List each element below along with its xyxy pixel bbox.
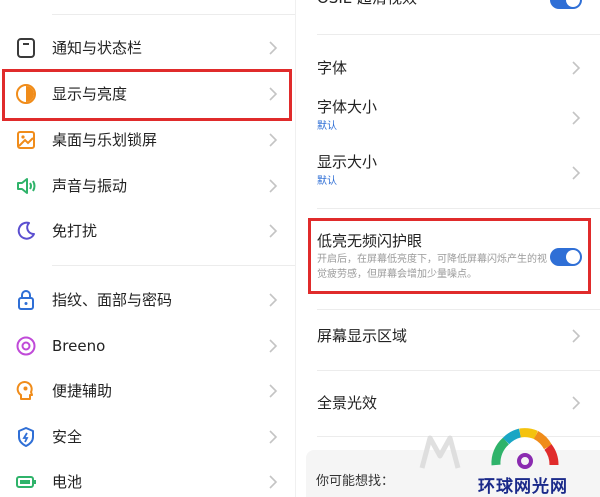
divider <box>52 265 295 266</box>
setting-value: 默认 <box>317 121 337 132</box>
moon-icon <box>14 219 38 243</box>
setting-font[interactable]: 字体 <box>296 46 600 88</box>
chevron-right-icon <box>268 429 278 445</box>
sound-vibration-icon <box>14 174 38 198</box>
menu-item-label: 安全 <box>52 428 83 446</box>
chevron-right-icon <box>571 60 581 76</box>
chevron-right-icon <box>571 110 581 126</box>
menu-item-label: 通知与状态栏 <box>52 39 143 57</box>
menu-item-notification-bar[interactable]: 通知与状态栏 <box>0 26 295 70</box>
setting-title: 字体大小 <box>317 98 378 116</box>
chevron-right-icon <box>571 328 581 344</box>
menu-item-desktop-lockscreen[interactable]: 桌面与乐划锁屏 <box>0 118 295 162</box>
menu-item-convenient-assist[interactable]: 便捷辅助 <box>0 369 295 413</box>
chevron-right-icon <box>571 165 581 181</box>
chevron-right-icon <box>268 178 278 194</box>
setting-description: 开启后，在屏幕低亮度下，可降低屏幕闪烁产生的视觉疲劳感，但屏幕会增加少量噪点。 <box>317 254 547 280</box>
notification-bar-icon <box>14 36 38 60</box>
setting-font-size[interactable]: 字体大小 默认 <box>296 92 600 142</box>
menu-item-label: 显示与亮度 <box>52 85 128 103</box>
setting-title: 全景光效 <box>317 394 378 412</box>
setting-osie-ultra-vision[interactable]: OSIE 超清视效 <box>296 0 600 20</box>
menu-item-label: 电池 <box>52 473 83 491</box>
setting-title: OSIE 超清视效 <box>317 0 417 8</box>
battery-icon <box>14 470 38 494</box>
display-settings-panel: OSIE 超清视效 字体 字体大小 默认 显示大小 默认 低亮无频闪护眼 开启后… <box>296 0 600 497</box>
chevron-right-icon <box>268 292 278 308</box>
menu-item-security[interactable]: 安全 <box>0 415 295 459</box>
menu-item-breeno[interactable]: Breeno <box>0 324 295 368</box>
suggestions-title: 你可能想找： <box>316 474 395 489</box>
menu-item-label: 指纹、面部与密码 <box>52 291 173 309</box>
osie-toggle[interactable] <box>550 0 582 9</box>
chevron-right-icon <box>268 338 278 354</box>
watermark-logo <box>490 425 560 470</box>
settings-menu-panel: 通知与状态栏 显示与亮度 桌面与乐划锁屏 声音与振动 免打扰 指纹、面部与密码 … <box>0 0 295 497</box>
menu-item-do-not-disturb[interactable]: 免打扰 <box>0 209 295 253</box>
menu-item-label: 声音与振动 <box>52 177 128 195</box>
chevron-right-icon <box>268 223 278 239</box>
setting-value: 默认 <box>317 176 337 187</box>
watermark-text: 环球网光网 <box>478 477 568 497</box>
dc-dimming-toggle[interactable] <box>550 248 582 266</box>
breeno-icon <box>14 334 38 358</box>
lock-icon <box>14 288 38 312</box>
divider <box>317 34 600 35</box>
assist-icon <box>14 379 38 403</box>
setting-screen-display-area[interactable]: 屏幕显示区域 <box>296 316 600 360</box>
menu-item-sound-vibration[interactable]: 声音与振动 <box>0 164 295 208</box>
setting-panorama-light[interactable]: 全景光效 <box>296 383 600 427</box>
display-brightness-icon <box>14 82 38 106</box>
setting-title: 屏幕显示区域 <box>317 327 408 345</box>
chevron-right-icon <box>268 40 278 56</box>
setting-title: 低亮无频闪护眼 <box>317 232 423 250</box>
divider <box>317 370 600 371</box>
divider <box>317 309 600 310</box>
menu-item-label: 桌面与乐划锁屏 <box>52 131 158 149</box>
setting-title: 字体 <box>317 59 348 77</box>
menu-item-label: 免打扰 <box>52 222 98 240</box>
menu-item-label: Breeno <box>52 337 106 355</box>
chevron-right-icon <box>571 395 581 411</box>
chevron-right-icon <box>268 132 278 148</box>
menu-item-fingerprint-face-password[interactable]: 指纹、面部与密码 <box>0 278 295 322</box>
watermark-mark <box>418 432 466 472</box>
setting-title: 显示大小 <box>317 153 378 171</box>
chevron-right-icon <box>268 86 278 102</box>
menu-item-label: 便捷辅助 <box>52 382 113 400</box>
menu-item-display-brightness[interactable]: 显示与亮度 <box>0 72 295 116</box>
chevron-right-icon <box>268 383 278 399</box>
divider <box>52 14 295 15</box>
setting-dc-dimming[interactable]: 低亮无频闪护眼 开启后，在屏幕低亮度下，可降低屏幕闪烁产生的视觉疲劳感，但屏幕会… <box>296 222 600 294</box>
desktop-lockscreen-icon <box>14 128 38 152</box>
shield-icon <box>14 425 38 449</box>
divider <box>317 208 600 209</box>
menu-item-battery[interactable]: 电池 <box>0 460 295 497</box>
chevron-right-icon <box>268 474 278 490</box>
setting-display-size[interactable]: 显示大小 默认 <box>296 147 600 197</box>
